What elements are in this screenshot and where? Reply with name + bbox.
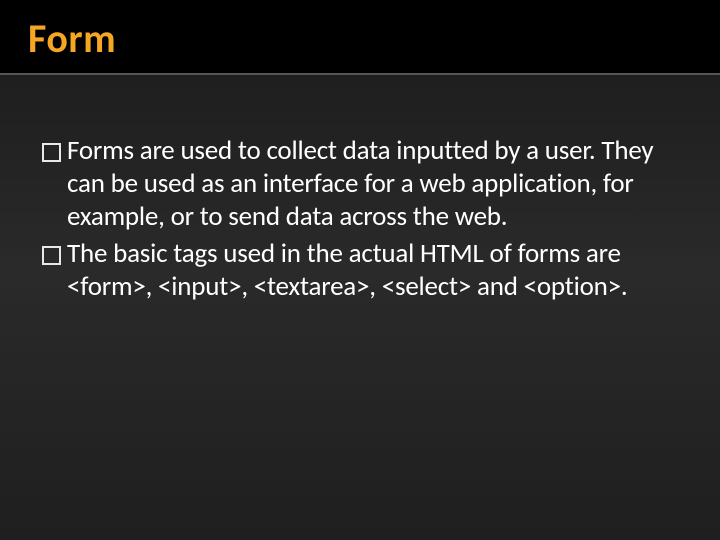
list-item: The basic tags used in the actual HTML o… — [42, 238, 678, 304]
slide: Form Forms are used to collect data inpu… — [0, 0, 720, 540]
bullet-text: The basic tags used in the actual HTML o… — [67, 238, 678, 304]
square-bullet-icon — [42, 246, 61, 265]
list-item: Forms are used to collect data inputted … — [42, 135, 678, 234]
title-bar: Form — [0, 0, 720, 75]
square-bullet-icon — [42, 143, 61, 162]
bullet-text: Forms are used to collect data inputted … — [67, 135, 678, 234]
slide-content: Forms are used to collect data inputted … — [0, 75, 720, 304]
slide-title: Form — [28, 14, 116, 63]
